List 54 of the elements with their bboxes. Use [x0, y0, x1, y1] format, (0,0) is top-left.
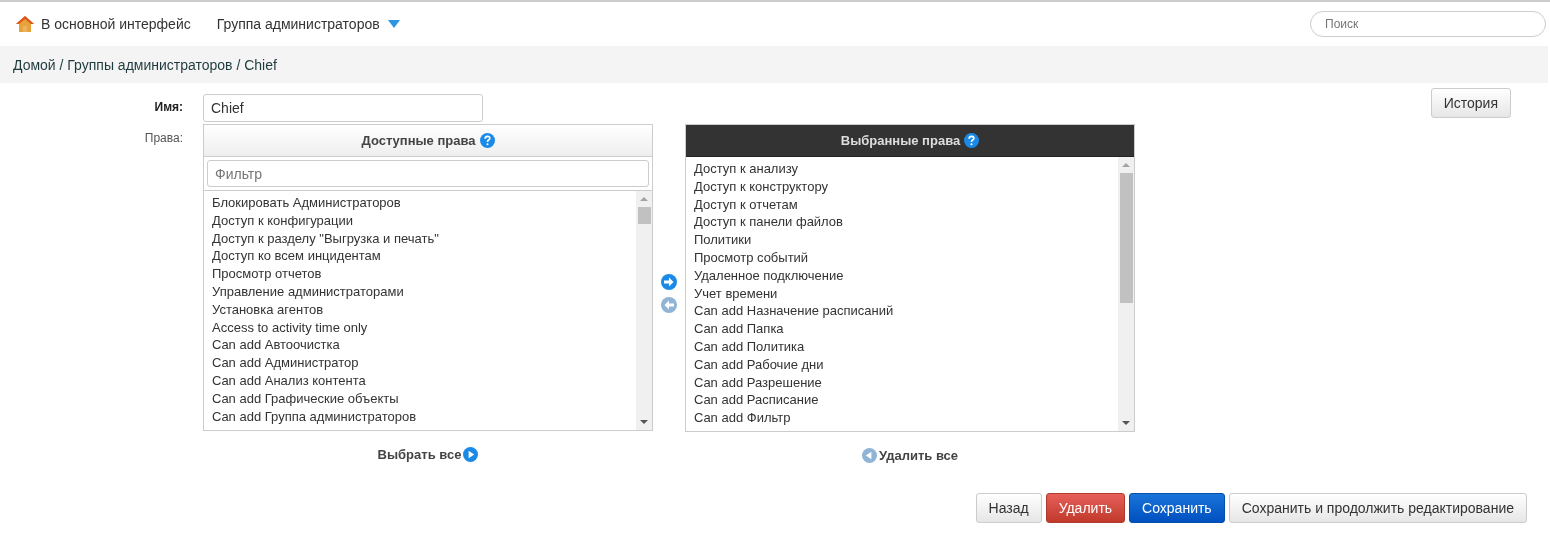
right-option[interactable]: Просмотр событий [694, 249, 1110, 267]
right-option[interactable]: Доступ к отчетам [694, 195, 1110, 214]
right-option[interactable]: Can add Группа администраторов [212, 407, 628, 426]
add-arrow-icon[interactable] [661, 274, 677, 290]
home-link[interactable]: В основной интерфейс [15, 15, 191, 33]
action-button[interactable]: Сохранить [1129, 493, 1225, 523]
name-label: Имя: [154, 100, 183, 114]
rights-label: Права: [144, 131, 183, 145]
action-button[interactable]: Сохранить и продолжить редактирование [1228, 493, 1527, 523]
right-option[interactable]: Can add Разрешение [694, 373, 1110, 392]
right-option[interactable]: Доступ к разделу "Выгрузка и печать" [212, 229, 628, 248]
history-button[interactable]: История [1430, 88, 1511, 118]
panel-title: Выбранные права [840, 133, 961, 148]
right-option[interactable]: Can add Политика [694, 337, 1110, 356]
right-option[interactable]: Политики [694, 231, 1110, 249]
right-option[interactable]: Can add Назначение расписаний [694, 302, 1110, 321]
arrow-right-icon [463, 447, 479, 462]
right-option[interactable]: Доступ ко всем инцидентам [212, 247, 628, 266]
right-option[interactable]: Установка агентов [212, 300, 628, 319]
right-option[interactable]: Доступ к конфигурации [212, 211, 628, 230]
remove-arrow-icon[interactable] [661, 297, 677, 313]
arrow-left-icon [861, 448, 877, 463]
right-option[interactable]: Учет времени [694, 284, 1110, 303]
right-option[interactable]: Доступ к конструктору [694, 177, 1110, 196]
scrollbar[interactable] [636, 191, 652, 430]
right-option[interactable]: Can add Автоочистка [212, 336, 628, 355]
right-option[interactable]: Can add Фильтр [694, 409, 1110, 427]
right-option[interactable]: Просмотр отчетов [212, 265, 628, 283]
name-field[interactable]: Chief [203, 94, 483, 122]
action-button[interactable]: Удалить [1045, 493, 1126, 523]
right-option[interactable]: Can add Графические объекты [212, 389, 628, 408]
right-option[interactable]: Can add Администратор [212, 354, 628, 372]
right-option[interactable]: Доступ к анализу [694, 160, 1110, 178]
right-option[interactable]: Управление администраторами [212, 283, 628, 301]
scrollbar[interactable] [1118, 157, 1134, 431]
caret-icon [387, 20, 400, 28]
right-option[interactable]: Can add Рабочие дни [694, 355, 1110, 374]
right-option[interactable]: Блокировать Администраторов [212, 194, 628, 212]
right-option[interactable]: Access to activity time only [212, 318, 628, 337]
right-option[interactable]: Can add Расписание [694, 391, 1110, 410]
right-option[interactable]: Доступ к панели файлов [694, 213, 1110, 232]
help-icon[interactable] [964, 133, 980, 148]
right-option[interactable]: Can add Папка [694, 320, 1110, 338]
filter-field[interactable]: Фильтр [207, 160, 649, 187]
action-button[interactable]: Назад [975, 493, 1042, 523]
house-icon [15, 15, 35, 33]
panel-title: Доступные права [361, 133, 476, 148]
search-field[interactable]: Поиск [1310, 11, 1546, 37]
breadcrumb: Домой / Группы администраторов / Chief [13, 56, 277, 73]
choose-all-link[interactable]: Выбрать все [377, 447, 479, 462]
remove-all-link[interactable]: Удалить все [861, 448, 959, 463]
right-option[interactable]: Удаленное подключение [694, 266, 1110, 285]
right-option[interactable]: Can add Анализ контента [212, 371, 628, 390]
admin-group-menu[interactable]: Группа администраторов [216, 16, 400, 32]
